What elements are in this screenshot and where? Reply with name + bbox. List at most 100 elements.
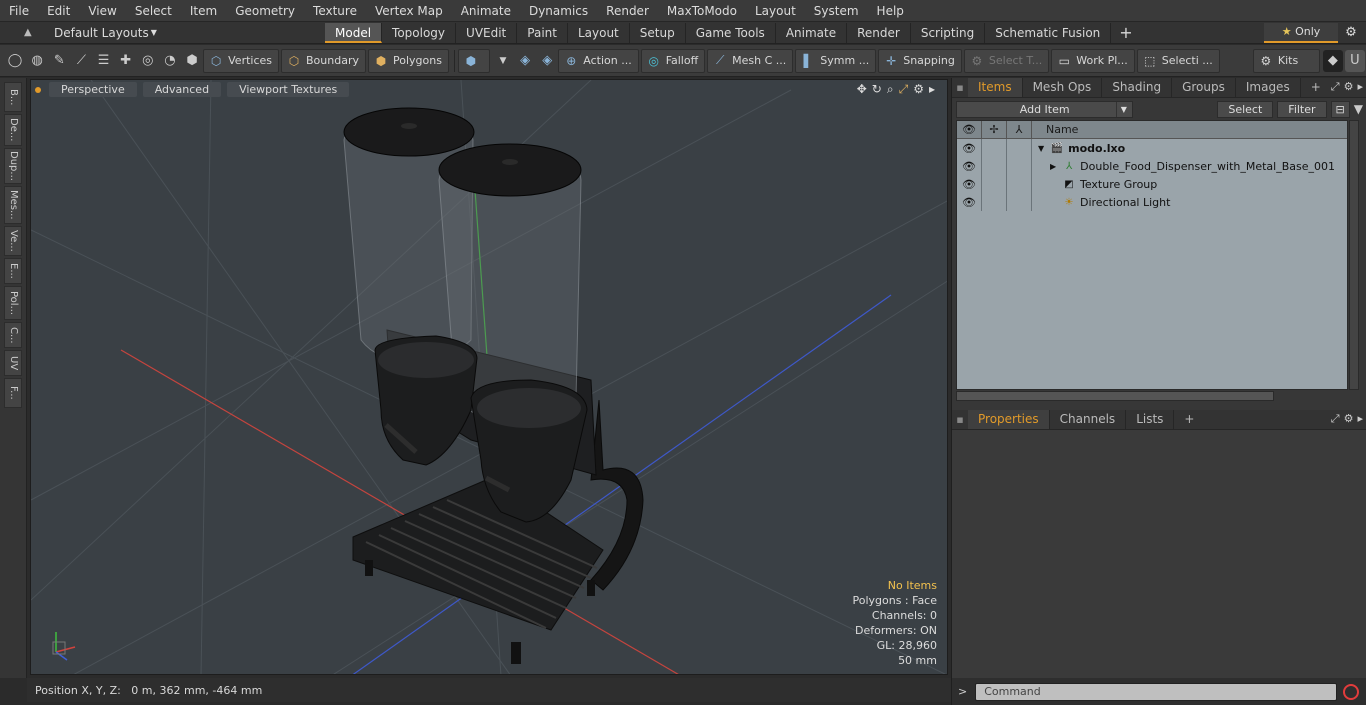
fit-view-icon[interactable]: ⤢ xyxy=(899,82,909,97)
falloff-button[interactable]: ◎ Falloff xyxy=(640,48,706,73)
expand-arrow-icon[interactable]: ▸ xyxy=(929,82,935,97)
tab-layout[interactable]: Layout xyxy=(568,22,630,43)
only-button[interactable]: ★ Only xyxy=(1264,23,1338,43)
tab-schematic-fusion[interactable]: Schematic Fusion xyxy=(985,22,1112,43)
polygons-button[interactable]: ⬢ Polygons xyxy=(368,48,449,73)
menu-item[interactable]: Item xyxy=(181,0,226,22)
menu-render[interactable]: Render xyxy=(597,0,658,22)
menu-geometry[interactable]: Geometry xyxy=(226,0,304,22)
eye-icon[interactable]: 👁 xyxy=(957,157,982,175)
menu-dynamics[interactable]: Dynamics xyxy=(520,0,597,22)
panel-gear-icon[interactable]: ⚙ xyxy=(1344,412,1354,426)
left-tab-curve[interactable]: C... xyxy=(4,322,22,348)
chevron-down-icon[interactable]: ▼ xyxy=(493,50,513,72)
menu-layout[interactable]: Layout xyxy=(746,0,805,22)
funnel-icon[interactable]: ▼ xyxy=(1354,102,1363,116)
menu-edit[interactable]: Edit xyxy=(38,0,79,22)
zoom-view-icon[interactable]: ⌕ xyxy=(887,82,894,97)
perspective-tab[interactable]: Perspective xyxy=(49,82,137,97)
tab-game-tools[interactable]: Game Tools xyxy=(686,22,776,43)
globe-icon[interactable]: ◍ xyxy=(27,50,47,72)
add-item-button[interactable]: Add Item ▼ xyxy=(956,100,1134,118)
panel-arrow-icon[interactable]: ▸ xyxy=(1357,412,1363,426)
menu-vertex-map[interactable]: Vertex Map xyxy=(366,0,452,22)
add-panel-tab-icon[interactable]: + xyxy=(1301,78,1331,97)
tab-lists[interactable]: Lists xyxy=(1126,410,1175,429)
tab-mesh-ops[interactable]: Mesh Ops xyxy=(1023,78,1103,97)
tab-paint[interactable]: Paint xyxy=(517,22,568,43)
add-tab-icon[interactable]: + xyxy=(1111,23,1140,43)
brush-icon[interactable]: ⟋ xyxy=(71,50,91,72)
left-tab-fusion[interactable]: F... xyxy=(4,378,22,408)
menu-select[interactable]: Select xyxy=(126,0,181,22)
menu-maxtomodo[interactable]: MaxToModo xyxy=(658,0,746,22)
chevron-down-icon[interactable]: ▼ xyxy=(1116,101,1130,117)
eye-icon[interactable]: 👁 xyxy=(957,139,982,157)
viewport-settings-icon[interactable]: ⚙ xyxy=(913,82,924,97)
menu-animate[interactable]: Animate xyxy=(452,0,520,22)
left-tab-duplicate[interactable]: Dup... xyxy=(4,148,22,184)
tab-model[interactable]: Model xyxy=(325,22,383,43)
kits-button[interactable]: ⚙ Kits xyxy=(1252,48,1320,73)
selection-sets-button[interactable]: ⬚ Selecti ... xyxy=(1136,48,1220,73)
advanced-tab[interactable]: Advanced xyxy=(142,82,222,97)
viewport-textures-tab[interactable]: Viewport Textures xyxy=(227,82,350,97)
tab-scripting[interactable]: Scripting xyxy=(911,22,986,43)
list-item[interactable]: 👁 ◩ Texture Group xyxy=(957,175,1347,193)
name-header[interactable]: Name xyxy=(1032,123,1078,136)
symmetry-button[interactable]: ▌ Symm ... xyxy=(795,48,877,73)
vertices-button[interactable]: ⬡ Vertices xyxy=(203,48,280,73)
list-item[interactable]: 👁 ▼ 🎬 modo.lxo xyxy=(957,139,1347,157)
menu-file[interactable]: File xyxy=(0,0,38,22)
3d-viewport[interactable]: Perspective Advanced Viewport Textures ✥… xyxy=(30,79,948,675)
tab-groups[interactable]: Groups xyxy=(1172,78,1236,97)
filter-button[interactable]: Filter xyxy=(1277,100,1327,118)
panel-arrow-icon[interactable]: ▸ xyxy=(1357,80,1363,94)
type-column-icon[interactable]: ⅄ xyxy=(1007,120,1032,139)
shield-icon[interactable]: ⬢ xyxy=(182,50,202,72)
select-through-button[interactable]: ⚙ Select T... xyxy=(963,48,1050,73)
mesh-constraint-button[interactable]: ⟋ Mesh C ... xyxy=(707,48,794,73)
eye-icon[interactable]: 👁 xyxy=(957,175,982,193)
left-tab-uv[interactable]: UV xyxy=(4,350,22,376)
expand-triangle-icon[interactable]: ▶ xyxy=(1050,162,1056,171)
expand-triangle-icon[interactable]: ▼ xyxy=(1038,144,1044,153)
collapse-icon[interactable]: ⊟ xyxy=(1330,100,1350,118)
align-icon[interactable]: ☰ xyxy=(94,50,114,72)
action-center-button[interactable]: ⊕ Action ... xyxy=(558,48,639,73)
boundary-button[interactable]: ⬡ Boundary xyxy=(281,48,366,73)
pen-icon[interactable]: ✎ xyxy=(49,50,69,72)
item-list-horizontal-scrollbar[interactable] xyxy=(956,391,1274,401)
select-button[interactable]: Select xyxy=(1217,100,1274,118)
tab-uvedit[interactable]: UVEdit xyxy=(456,22,518,43)
left-tab-vertex[interactable]: Ve... xyxy=(4,226,22,256)
item-mode-button[interactable]: ⬢ xyxy=(457,48,490,73)
add-panel-tab-icon[interactable]: + xyxy=(1174,410,1204,429)
maximize-icon[interactable]: ⤢ xyxy=(1331,412,1340,426)
menu-system[interactable]: System xyxy=(805,0,868,22)
left-tab-basic[interactable]: B... xyxy=(4,82,22,112)
menu-texture[interactable]: Texture xyxy=(304,0,366,22)
tab-shading[interactable]: Shading xyxy=(1102,78,1173,97)
visibility-column-icon[interactable]: 👁 xyxy=(957,120,982,139)
eye-icon[interactable]: 👁 xyxy=(957,193,982,211)
left-tab-polygon[interactable]: Pol... xyxy=(4,286,22,320)
list-item[interactable]: 👁 ☀ Directional Light xyxy=(957,193,1347,211)
layout-selector[interactable]: ▲ Default Layouts ▼ xyxy=(0,22,325,44)
tab-images[interactable]: Images xyxy=(1236,78,1301,97)
material-icon[interactable]: ◈ xyxy=(515,50,535,72)
tab-render[interactable]: Render xyxy=(847,22,911,43)
record-icon[interactable] xyxy=(1343,683,1360,700)
rotate-view-icon[interactable]: ↻ xyxy=(872,82,882,97)
panel-gear-icon[interactable]: ⚙ xyxy=(1344,80,1354,94)
gear-icon[interactable]: ⚙ xyxy=(1342,24,1360,42)
panel-menu-icon[interactable]: ▪ xyxy=(952,81,968,94)
snap-circle-icon[interactable]: ◎ xyxy=(138,50,158,72)
left-tab-mesh[interactable]: Mes... xyxy=(4,186,22,224)
material-alt-icon[interactable]: ◈ xyxy=(537,50,557,72)
panel-menu-icon[interactable]: ▪ xyxy=(952,413,968,426)
tab-topology[interactable]: Topology xyxy=(382,22,457,43)
command-input[interactable]: Command xyxy=(975,682,1338,701)
tab-channels[interactable]: Channels xyxy=(1050,410,1127,429)
maximize-icon[interactable]: ⤢ xyxy=(1331,80,1340,94)
